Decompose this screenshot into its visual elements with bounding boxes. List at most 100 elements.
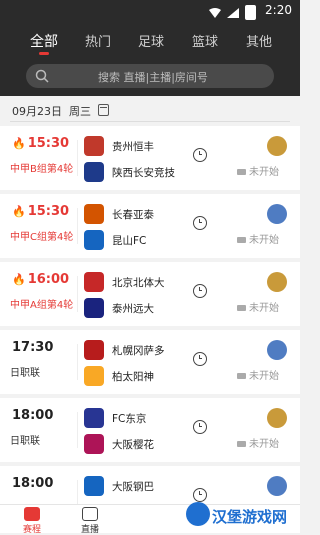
team-name: FC东京 <box>112 413 147 425</box>
avatar[interactable] <box>267 136 287 156</box>
team-name: 陕西长安竞技 <box>112 167 175 179</box>
avatar[interactable] <box>267 340 287 360</box>
clock-icon[interactable] <box>193 148 207 162</box>
match-time: 🔥 15:30 <box>12 136 70 151</box>
away-team: 泰州远大 <box>84 298 214 320</box>
video-icon <box>237 169 246 175</box>
divider <box>10 121 290 122</box>
away-team: 大阪樱花 <box>84 434 214 456</box>
top-bar: 2:20 全部 热门 足球 篮球 其他 <box>0 0 300 96</box>
date-header: 09月23日 周三 <box>0 100 300 122</box>
avatar[interactable] <box>267 408 287 428</box>
tv-icon <box>82 507 98 521</box>
team-name: 北京北体大 <box>112 277 165 289</box>
video-icon <box>237 373 246 379</box>
trophy-icon <box>24 507 40 521</box>
match-status: 未开始 <box>237 231 279 246</box>
fire-icon: 🔥 <box>12 205 26 218</box>
team-logo <box>84 298 104 318</box>
video-icon <box>237 441 246 447</box>
battery-icon <box>245 5 256 20</box>
team-logo <box>84 476 104 496</box>
away-team: 昆山FC <box>84 230 214 252</box>
team-logo <box>84 272 104 292</box>
match-status: 未开始 <box>237 163 279 178</box>
match-time: 18:00 <box>12 408 54 423</box>
team-name: 泰州远大 <box>112 303 154 315</box>
match-status: 未开始 <box>237 435 279 450</box>
match-row[interactable]: 🔥 16:00 中甲A组第4轮 北京北体大泰州远大 未开始 <box>0 262 300 326</box>
clock-icon[interactable] <box>193 216 207 230</box>
team-name: 大阪樱花 <box>112 439 154 451</box>
away-team: 陕西长安竞技 <box>84 162 214 184</box>
nav-live-label: 直播 <box>80 525 99 535</box>
status-time: 2:20 <box>265 3 292 17</box>
status-bar: 2:20 <box>0 0 300 22</box>
match-league: 日职联 <box>10 368 40 379</box>
tab-hot[interactable]: 热门 <box>85 31 111 50</box>
nav-schedule-label: 赛程 <box>22 525 41 535</box>
team-logo <box>84 162 104 182</box>
team-logo <box>84 366 104 386</box>
clock-icon[interactable] <box>193 352 207 366</box>
clock-icon[interactable] <box>193 284 207 298</box>
team-logo <box>84 408 104 428</box>
match-time: 17:30 <box>12 340 54 355</box>
watermark: 汉堡游戏网 <box>186 500 298 530</box>
divider <box>77 344 78 380</box>
nav-schedule[interactable]: 赛程 <box>12 505 52 535</box>
fire-icon: 🔥 <box>12 273 26 286</box>
team-name: 大阪钢巴 <box>112 481 154 493</box>
video-icon <box>237 237 246 243</box>
team-name: 昆山FC <box>112 235 147 247</box>
tab-other[interactable]: 其他 <box>246 31 272 50</box>
search-icon <box>35 69 49 83</box>
away-team: 柏太阳神 <box>84 366 214 388</box>
video-icon <box>237 305 246 311</box>
team-name: 札幌冈萨多 <box>112 345 165 357</box>
match-time: 🔥 15:30 <box>12 204 70 219</box>
divider <box>77 208 78 244</box>
tab-football[interactable]: 足球 <box>138 31 164 50</box>
team-logo <box>84 136 104 156</box>
clock-icon[interactable] <box>193 420 207 434</box>
divider <box>77 140 78 176</box>
team-name: 柏太阳神 <box>112 371 154 383</box>
team-logo <box>84 434 104 454</box>
tab-basketball[interactable]: 篮球 <box>192 31 218 50</box>
fire-icon: 🔥 <box>12 137 26 150</box>
avatar[interactable] <box>267 204 287 224</box>
team-logo <box>84 204 104 224</box>
date-label: 09月23日 周三 <box>12 105 91 118</box>
match-row[interactable]: 17:30 日职联 札幌冈萨多柏太阳神 未开始 <box>0 330 300 394</box>
signal-icon <box>227 7 239 18</box>
match-time: 18:00 <box>12 476 54 491</box>
match-status: 未开始 <box>237 299 279 314</box>
match-league: 日职联 <box>10 436 40 447</box>
match-league: 中甲B组第4轮 <box>10 164 74 175</box>
watermark-text: 汉堡游戏网 <box>212 508 288 526</box>
nav-live[interactable]: 直播 <box>70 505 110 535</box>
divider <box>77 276 78 312</box>
team-logo <box>84 230 104 250</box>
active-tab-indicator <box>39 52 49 55</box>
match-row[interactable]: 🔥 15:30 中甲C组第4轮 长春亚泰昆山FC 未开始 <box>0 194 300 258</box>
match-league: 中甲A组第4轮 <box>10 300 74 311</box>
search-input[interactable] <box>96 67 270 87</box>
status-icons <box>209 5 256 20</box>
avatar[interactable] <box>267 476 287 496</box>
team-name: 长春亚泰 <box>112 209 154 221</box>
match-league: 中甲C组第4轮 <box>10 232 74 243</box>
search-bar[interactable] <box>26 64 274 88</box>
divider <box>77 412 78 448</box>
wifi-icon <box>209 7 221 18</box>
calendar-icon[interactable] <box>98 104 109 116</box>
match-row[interactable]: 🔥 15:30 中甲B组第4轮 贵州恒丰 陕西长安竞技 未开始 <box>0 126 300 190</box>
match-row[interactable]: 18:00 日职联 FC东京大阪樱花 未开始 <box>0 398 300 462</box>
match-time: 🔥 16:00 <box>12 272 70 287</box>
match-status: 未开始 <box>237 367 279 382</box>
team-logo <box>84 340 104 360</box>
watermark-logo <box>186 502 210 526</box>
avatar[interactable] <box>267 272 287 292</box>
tab-all[interactable]: 全部 <box>30 31 58 51</box>
